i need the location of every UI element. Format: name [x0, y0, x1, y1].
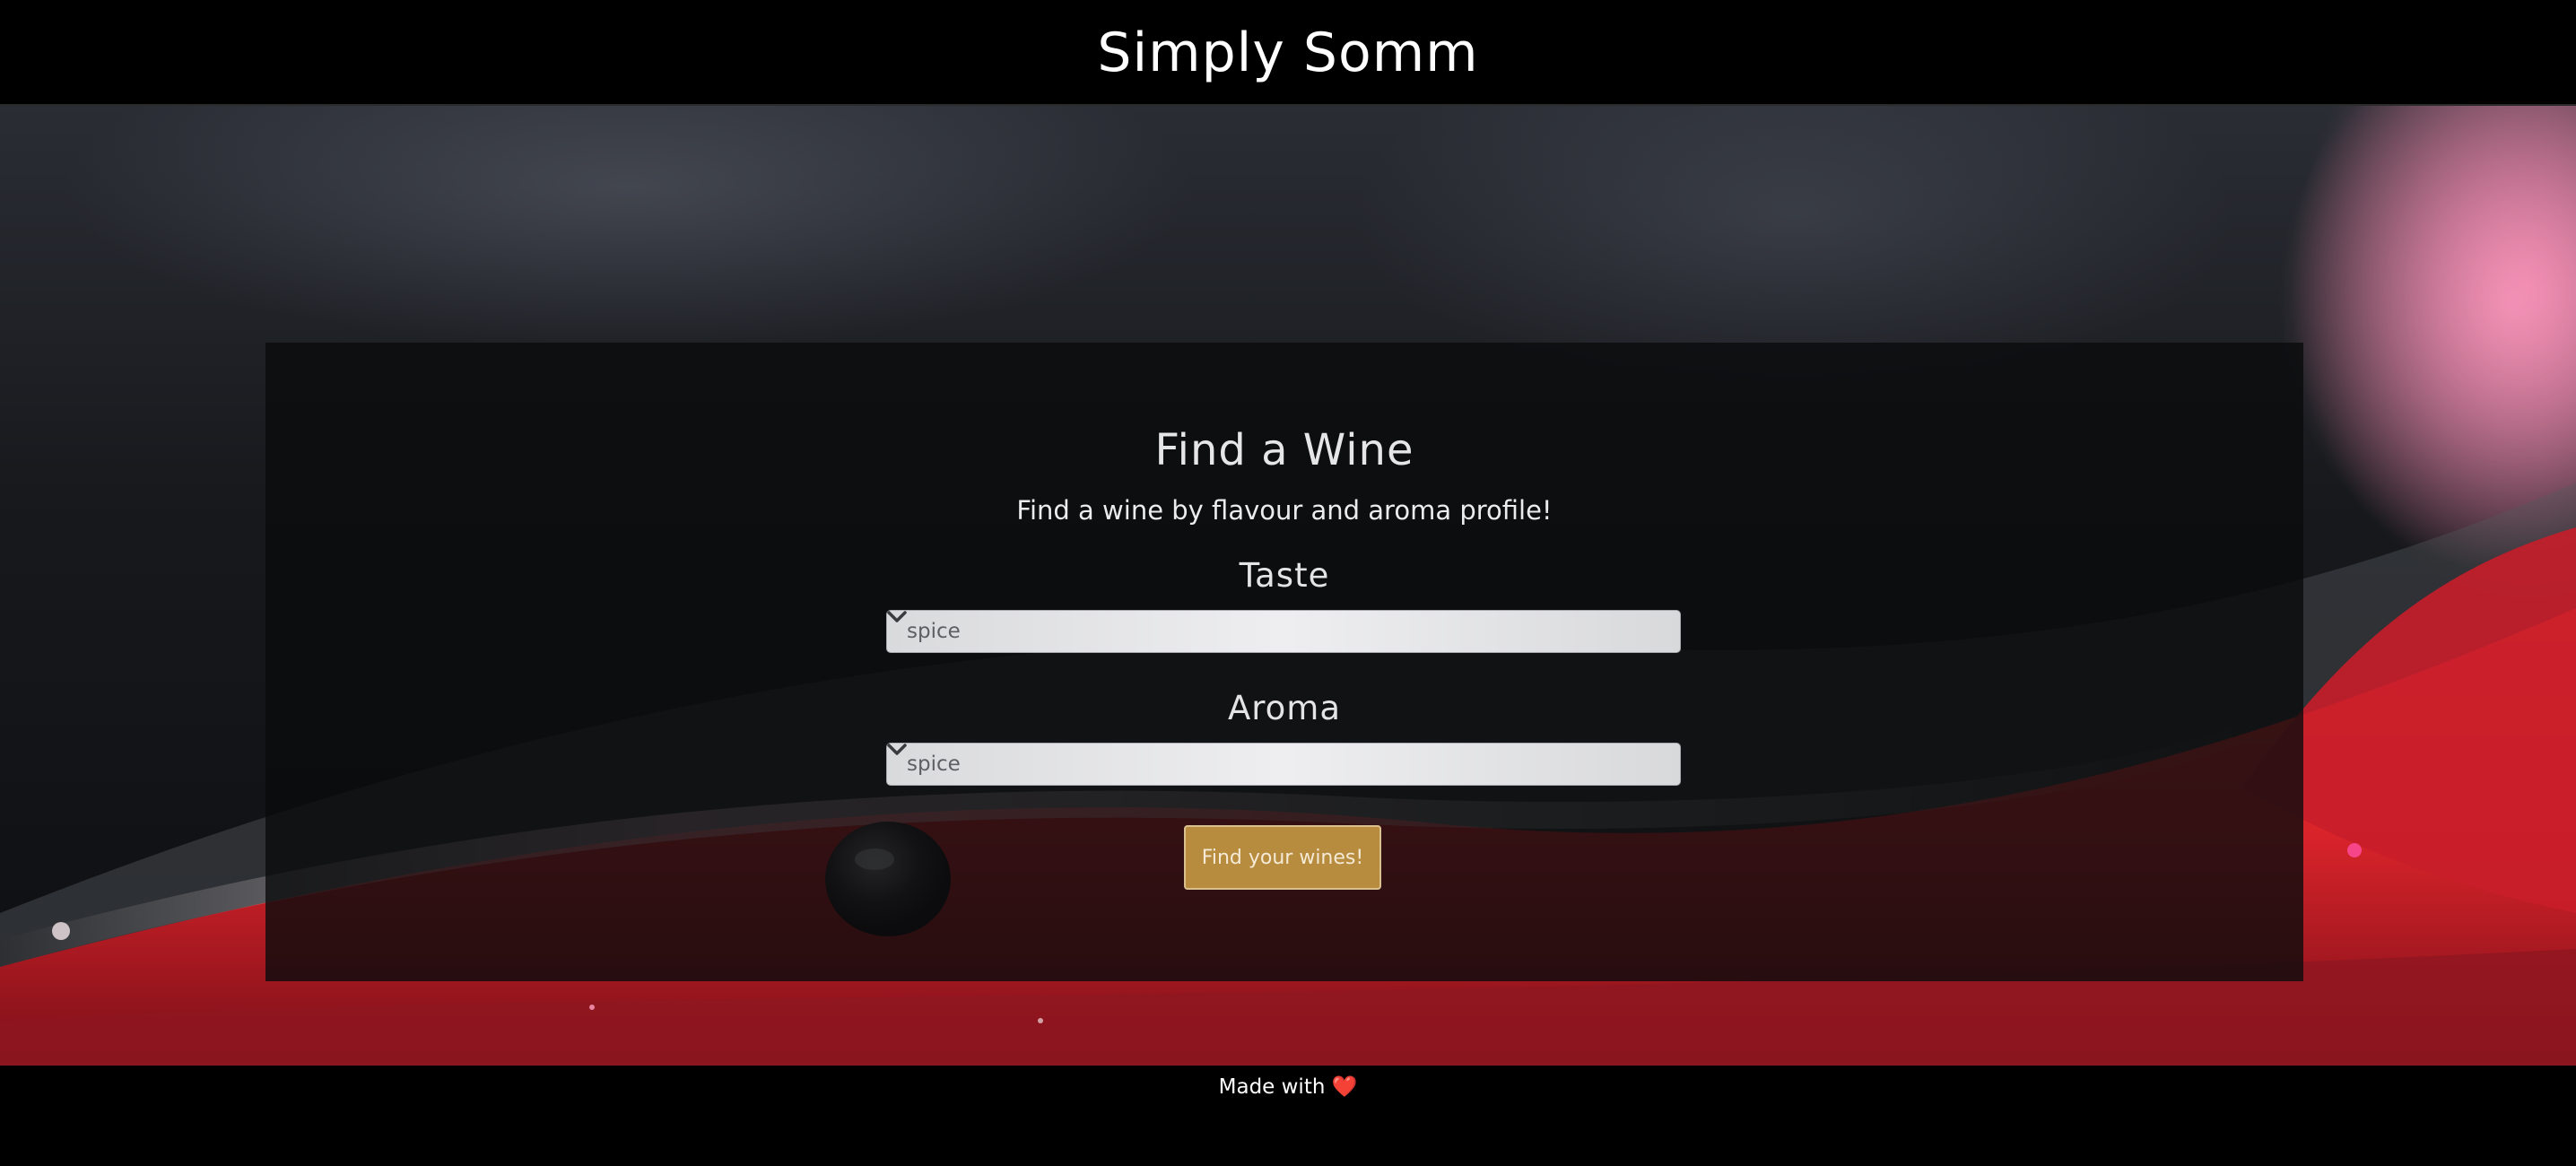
site-header: Simply Somm [0, 0, 2576, 106]
page-subtitle: Find a wine by flavour and aroma profile… [1016, 495, 1553, 526]
site-footer: Made with ❤️ [0, 1066, 2576, 1166]
brand-link[interactable]: Simply Somm [1097, 22, 1478, 84]
find-wine-panel: Find a Wine Find a wine by flavour and a… [265, 343, 2303, 981]
taste-select-value: spice [907, 620, 961, 643]
chevron-down-icon [887, 611, 1664, 643]
aroma-select-value: spice [907, 753, 961, 776]
heart-icon: ❤️ [1331, 1075, 1358, 1099]
page-title: Find a Wine [1154, 425, 1414, 475]
footer-made-with: Made with [1218, 1075, 1326, 1099]
hero-background: Find a Wine Find a wine by flavour and a… [0, 106, 2576, 1066]
aroma-select[interactable]: spice [886, 743, 1681, 786]
chevron-down-icon [887, 744, 1664, 776]
taste-label: Taste [1239, 556, 1330, 595]
taste-select[interactable]: spice [886, 610, 1681, 653]
page: Simply Somm Find a Wine Find a wine by f… [0, 0, 2576, 1166]
find-wines-button[interactable]: Find your wines! [1184, 825, 1381, 890]
aroma-label: Aroma [1227, 689, 1342, 727]
footer-text: Made with ❤️ [0, 1075, 2576, 1099]
